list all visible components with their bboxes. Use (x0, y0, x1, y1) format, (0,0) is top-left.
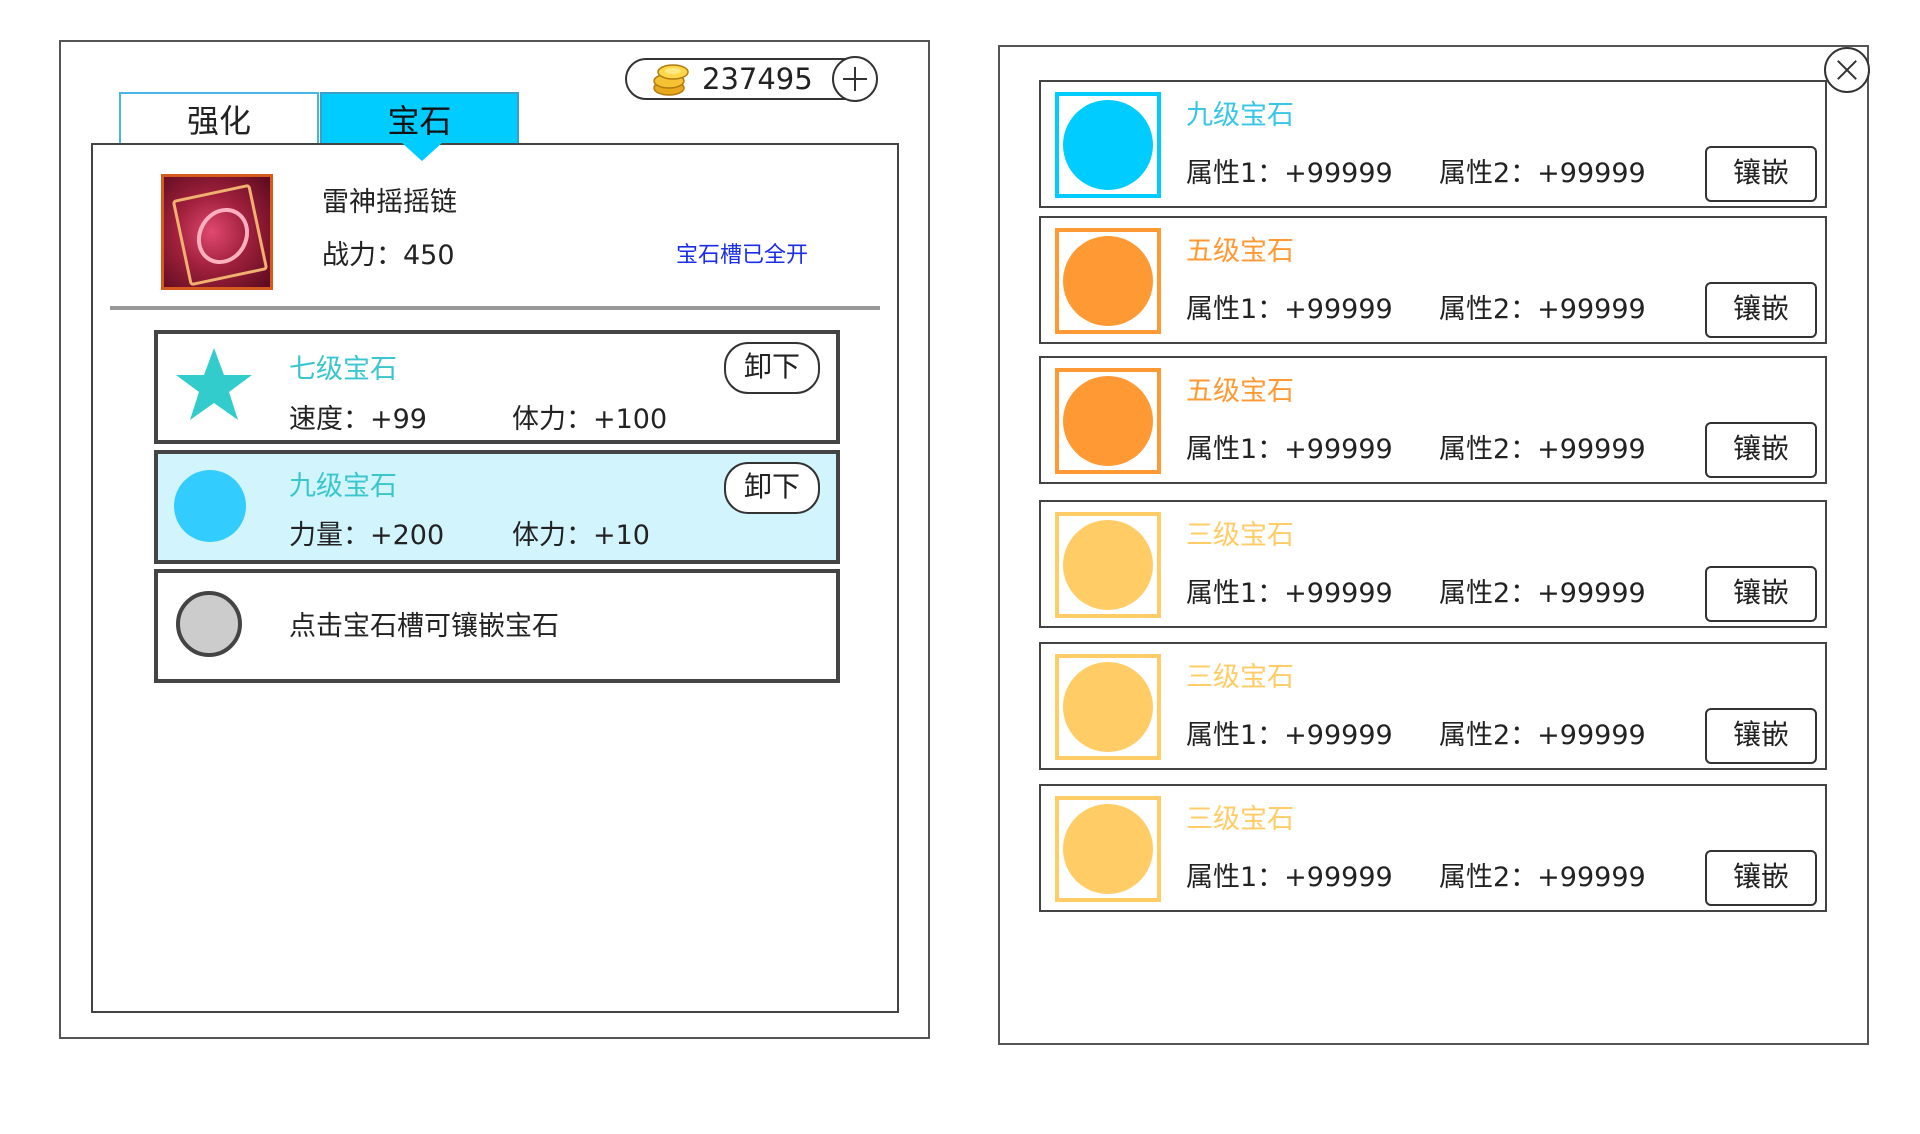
slot-attr-2: 体力：+10 (512, 520, 650, 551)
gem-attr-2: 属性2：+99999 (1439, 720, 1646, 751)
gem-frame (1055, 796, 1161, 902)
gem-slot-1[interactable]: 七级宝石 速度：+99 体力：+100 卸下 (154, 330, 840, 444)
equipment-name: 雷神摇摇链 (322, 187, 457, 218)
equipment-chain-icon (161, 174, 273, 290)
slot-attr-1: 力量：+200 (289, 520, 445, 551)
empty-slot-icon (176, 591, 242, 657)
inlay-button[interactable]: 镶嵌 (1705, 422, 1817, 478)
gem-list-item[interactable]: 五级宝石 属性1：+99999 属性2：+99999 镶嵌 (1039, 216, 1827, 344)
gem-circle-icon (1063, 236, 1153, 326)
close-icon[interactable] (1824, 47, 1870, 93)
inlay-button[interactable]: 镶嵌 (1705, 850, 1817, 906)
gem-list-item[interactable]: 九级宝石 属性1：+99999 属性2：+99999 镶嵌 (1039, 80, 1827, 208)
gem-attr-2: 属性2：+99999 (1439, 434, 1646, 465)
gem-list-item[interactable]: 三级宝石 属性1：+99999 属性2：+99999 镶嵌 (1039, 500, 1827, 628)
equipment-power: 战力：450 (322, 240, 455, 271)
unload-button[interactable]: 卸下 (724, 342, 820, 394)
gem-name: 五级宝石 (1186, 376, 1294, 407)
gem-frame (1055, 92, 1161, 198)
inlay-button[interactable]: 镶嵌 (1705, 566, 1817, 622)
slot-gem-title: 七级宝石 (289, 354, 397, 385)
gem-slot-3-empty[interactable]: 点击宝石槽可镶嵌宝石 (154, 569, 840, 683)
gem-name: 三级宝石 (1186, 520, 1294, 551)
coin-amount: 237495 (702, 62, 813, 96)
gem-circle-icon (1063, 804, 1153, 894)
add-coins-button[interactable] (832, 56, 878, 102)
tab-gem[interactable]: 宝石 (320, 92, 519, 144)
inlay-button[interactable]: 镶嵌 (1705, 146, 1817, 202)
unload-button[interactable]: 卸下 (724, 462, 820, 514)
gem-attr-2: 属性2：+99999 (1439, 294, 1646, 325)
gold-coin-icon (652, 61, 692, 97)
gem-attr-2: 属性2：+99999 (1439, 862, 1646, 893)
gem-attr-1: 属性1：+99999 (1186, 862, 1393, 893)
gem-name: 三级宝石 (1186, 804, 1294, 835)
gem-attr-1: 属性1：+99999 (1186, 720, 1393, 751)
gem-name: 三级宝石 (1186, 662, 1294, 693)
slot-hint-text: 点击宝石槽可镶嵌宝石 (289, 611, 559, 642)
gem-frame (1055, 512, 1161, 618)
gem-attr-2: 属性2：+99999 (1439, 578, 1646, 609)
slot-attr-1: 速度：+99 (289, 404, 427, 435)
gem-list-item[interactable]: 三级宝石 属性1：+99999 属性2：+99999 镶嵌 (1039, 784, 1827, 912)
gem-circle-icon (1063, 100, 1153, 190)
inlay-button[interactable]: 镶嵌 (1705, 708, 1817, 764)
tab-enhance[interactable]: 强化 (119, 92, 319, 144)
gem-circle-icon (1063, 376, 1153, 466)
gem-name: 五级宝石 (1186, 236, 1294, 267)
gem-frame (1055, 654, 1161, 760)
gem-frame (1055, 368, 1161, 474)
gem-attr-1: 属性1：+99999 (1186, 434, 1393, 465)
gem-slot-2[interactable]: 九级宝石 力量：+200 体力：+10 卸下 (154, 450, 840, 564)
slot-gem-title: 九级宝石 (289, 471, 397, 502)
star-icon (176, 348, 252, 420)
gem-attr-2: 属性2：+99999 (1439, 158, 1646, 189)
circle-icon (174, 470, 246, 542)
slot-attr-2: 体力：+100 (512, 404, 668, 435)
slot-status-text: 宝石槽已全开 (676, 243, 809, 268)
gem-name: 九级宝石 (1186, 100, 1294, 131)
gem-attr-1: 属性1：+99999 (1186, 294, 1393, 325)
gem-circle-icon (1063, 662, 1153, 752)
gem-list-item[interactable]: 三级宝石 属性1：+99999 属性2：+99999 镶嵌 (1039, 642, 1827, 770)
active-tab-pointer-icon (402, 143, 442, 161)
divider (110, 306, 880, 310)
gem-attr-1: 属性1：+99999 (1186, 578, 1393, 609)
gem-circle-icon (1063, 520, 1153, 610)
inlay-button[interactable]: 镶嵌 (1705, 282, 1817, 338)
gem-frame (1055, 228, 1161, 334)
gem-attr-1: 属性1：+99999 (1186, 158, 1393, 189)
gem-list-item[interactable]: 五级宝石 属性1：+99999 属性2：+99999 镶嵌 (1039, 356, 1827, 484)
